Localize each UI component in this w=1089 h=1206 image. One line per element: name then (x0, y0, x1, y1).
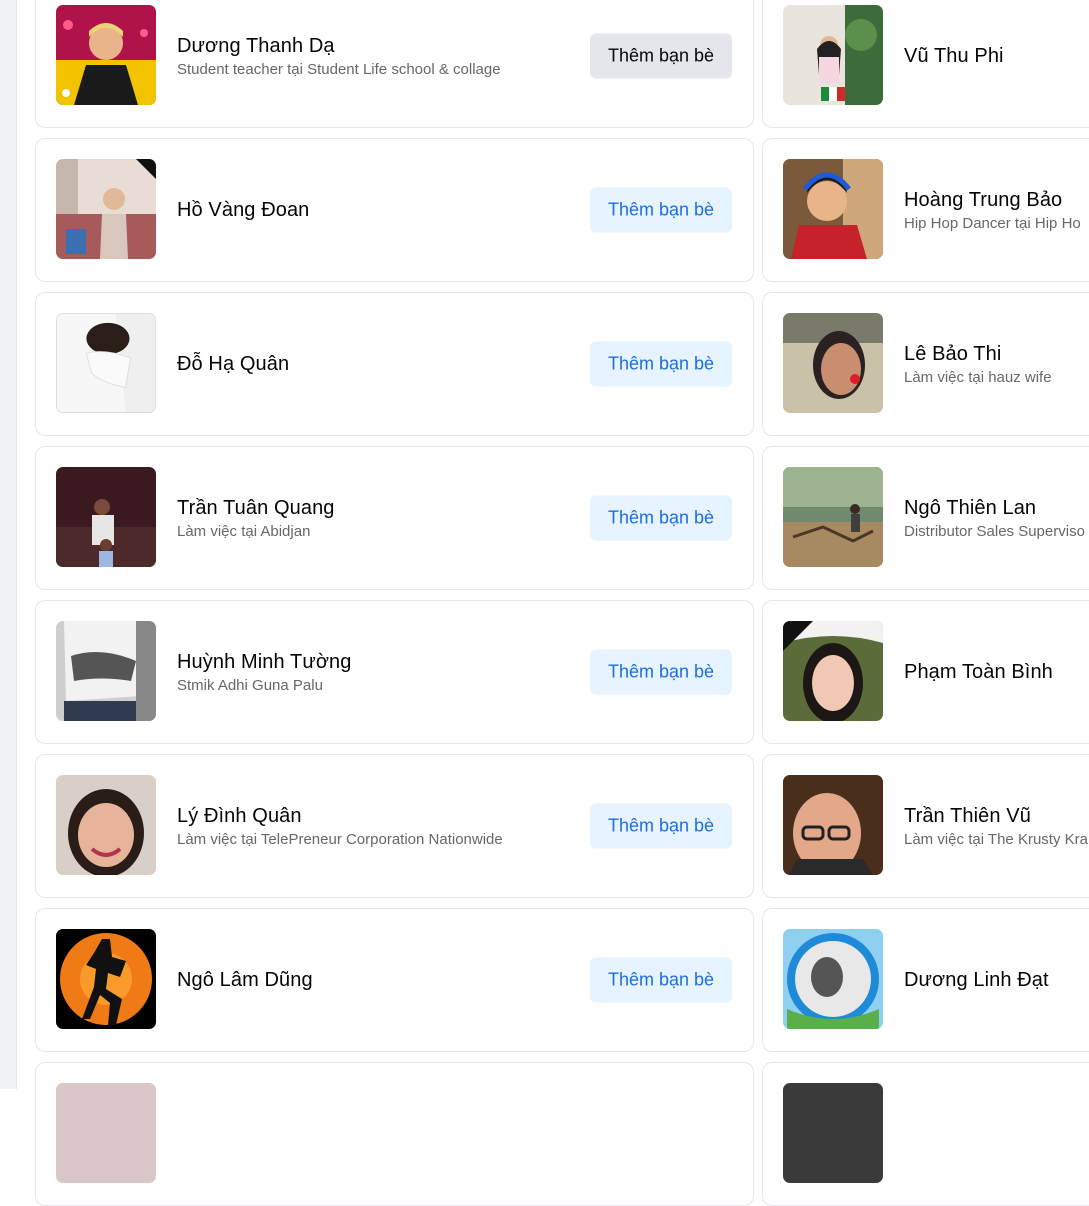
profile-photo-image (56, 775, 156, 875)
profile-photo-image (783, 467, 883, 567)
profile-photo[interactable] (783, 467, 883, 567)
add-friend-button[interactable]: Thêm bạn bè (590, 33, 732, 79)
profile-photo-image (783, 159, 883, 259)
friend-name[interactable]: Lê Bảo Thi (904, 343, 1089, 366)
add-friend-button[interactable]: Thêm bạn bè (590, 495, 732, 541)
profile-photo[interactable] (783, 313, 883, 413)
add-friend-button[interactable]: Thêm bạn bè (590, 957, 732, 1003)
profile-photo-image (56, 159, 156, 259)
suggestion-card: Dương Linh Đạt (762, 908, 1089, 1052)
profile-photo-image (783, 775, 883, 875)
suggestion-card: Dương Thanh Dạ Student teacher tại Stude… (35, 0, 754, 128)
friend-name[interactable]: Ngô Thiên Lan (904, 497, 1089, 520)
suggestion-card: Ngô Lâm Dũng Thêm bạn bè (35, 908, 754, 1052)
friend-name[interactable]: Huỳnh Minh Tường (177, 651, 583, 674)
add-friend-button[interactable]: Thêm bạn bè (590, 187, 732, 233)
profile-photo[interactable] (56, 467, 156, 567)
left-gutter (0, 0, 17, 1089)
profile-photo-image (56, 467, 156, 567)
friend-name[interactable]: Đỗ Hạ Quân (177, 353, 583, 376)
profile-photo[interactable] (783, 621, 883, 721)
add-friend-button[interactable]: Thêm bạn bè (590, 649, 732, 695)
profile-photo-image (783, 5, 883, 105)
profile-photo-image (57, 314, 155, 412)
profile-photo[interactable] (783, 775, 883, 875)
profile-photo-image (783, 313, 883, 413)
profile-photo[interactable] (56, 775, 156, 875)
friend-name[interactable]: Phạm Toàn Bình (904, 661, 1089, 684)
suggestion-card: Phạm Toàn Bình (762, 600, 1089, 744)
friend-name[interactable]: Lý Đình Quân (177, 805, 583, 828)
friend-subtitle: Làm việc tại TelePreneur Corporation Nat… (177, 830, 503, 848)
suggestion-card: Hoàng Trung Bảo Hip Hop Dancer tại Hip H… (762, 138, 1089, 282)
friend-name[interactable]: Hoàng Trung Bảo (904, 189, 1089, 212)
friend-name[interactable]: Dương Linh Đạt (904, 969, 1089, 992)
friend-name[interactable]: Dương Thanh Dạ (177, 35, 583, 58)
profile-photo[interactable] (783, 1083, 883, 1183)
friend-subtitle: Làm việc tại Abidjan (177, 522, 311, 540)
profile-photo[interactable] (56, 621, 156, 721)
suggestion-card (762, 1062, 1089, 1206)
profile-photo-image (56, 929, 156, 1029)
friend-name[interactable]: Hồ Vàng Đoan (177, 199, 583, 222)
suggestion-card: Trần Thiên Vũ Làm việc tại The Krusty Kr… (762, 754, 1089, 898)
suggestion-card: Trần Tuân Quang Làm việc tại Abidjan Thê… (35, 446, 754, 590)
profile-photo[interactable] (56, 929, 156, 1029)
suggestion-card: Vũ Thu Phi (762, 0, 1089, 128)
profile-photo[interactable] (56, 159, 156, 259)
profile-photo[interactable] (56, 5, 156, 105)
suggestion-card: Ngô Thiên Lan Distributor Sales Supervis… (762, 446, 1089, 590)
friend-subtitle: Làm việc tại The Krusty Kra (904, 830, 1088, 848)
profile-photo[interactable] (783, 5, 883, 105)
suggestion-card: Huỳnh Minh Tường Stmik Adhi Guna Palu Th… (35, 600, 754, 744)
suggestion-card: Lê Bảo Thi Làm việc tại hauz wife (762, 292, 1089, 436)
friend-name[interactable]: Trần Thiên Vũ (904, 805, 1089, 828)
suggestion-card: Đỗ Hạ Quân Thêm bạn bè (35, 292, 754, 436)
add-friend-button[interactable]: Thêm bạn bè (590, 341, 732, 387)
profile-photo-image (56, 621, 156, 721)
profile-photo-image (783, 621, 883, 721)
profile-photo[interactable] (56, 1083, 156, 1183)
friend-name[interactable]: Vũ Thu Phi (904, 45, 1089, 68)
friend-subtitle: Làm việc tại hauz wife (904, 368, 1052, 386)
suggestion-card (35, 1062, 754, 1206)
profile-photo-image (56, 5, 156, 105)
friend-subtitle: Hip Hop Dancer tại Hip Ho (904, 214, 1081, 232)
profile-photo[interactable] (783, 929, 883, 1029)
suggestion-card: Lý Đình Quân Làm việc tại TelePreneur Co… (35, 754, 754, 898)
profile-photo[interactable] (783, 159, 883, 259)
friend-subtitle: Distributor Sales Superviso (904, 522, 1085, 540)
profile-photo-image (783, 929, 883, 1029)
friend-subtitle: Student teacher tại Student Life school … (177, 60, 501, 78)
friend-name[interactable]: Ngô Lâm Dũng (177, 969, 583, 992)
profile-photo[interactable] (56, 313, 156, 413)
suggestion-card: Hồ Vàng Đoan Thêm bạn bè (35, 138, 754, 282)
friend-name[interactable]: Trần Tuân Quang (177, 497, 583, 520)
friend-subtitle: Stmik Adhi Guna Palu (177, 676, 323, 694)
add-friend-button[interactable]: Thêm bạn bè (590, 803, 732, 849)
